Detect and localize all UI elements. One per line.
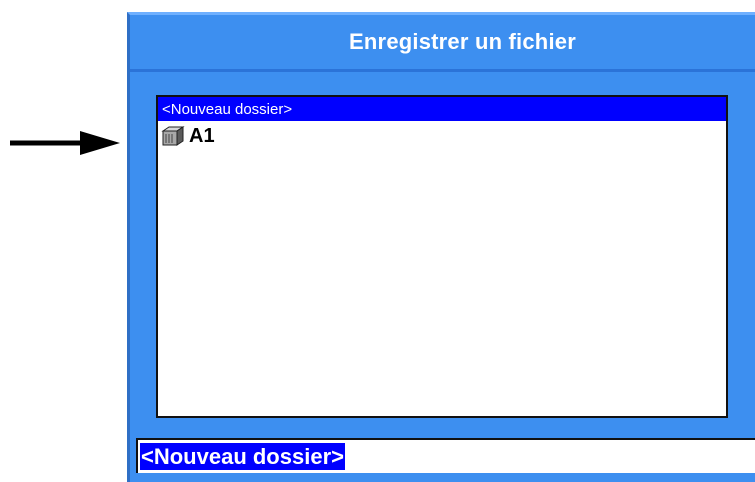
dialog-title-bar: Enregistrer un fichier <box>130 15 755 72</box>
save-file-dialog: Enregistrer un fichier <Nouveau dossier>… <box>127 12 755 482</box>
folder-name-input[interactable]: <Nouveau dossier> <box>136 438 755 473</box>
list-item-new-folder[interactable]: <Nouveau dossier> <box>158 97 726 121</box>
file-list[interactable]: <Nouveau dossier> A1 <box>156 95 728 418</box>
folder-icon <box>161 126 185 146</box>
folder-name-value: <Nouveau dossier> <box>140 443 345 470</box>
list-item-folder-a1[interactable]: A1 <box>158 121 726 151</box>
screenshot-stage: Enregistrer un fichier <Nouveau dossier>… <box>0 0 755 482</box>
list-item-label: <Nouveau dossier> <box>162 100 293 118</box>
arrow-right-icon <box>10 131 120 155</box>
dialog-title: Enregistrer un fichier <box>349 29 576 54</box>
list-item-label: A1 <box>189 124 215 147</box>
